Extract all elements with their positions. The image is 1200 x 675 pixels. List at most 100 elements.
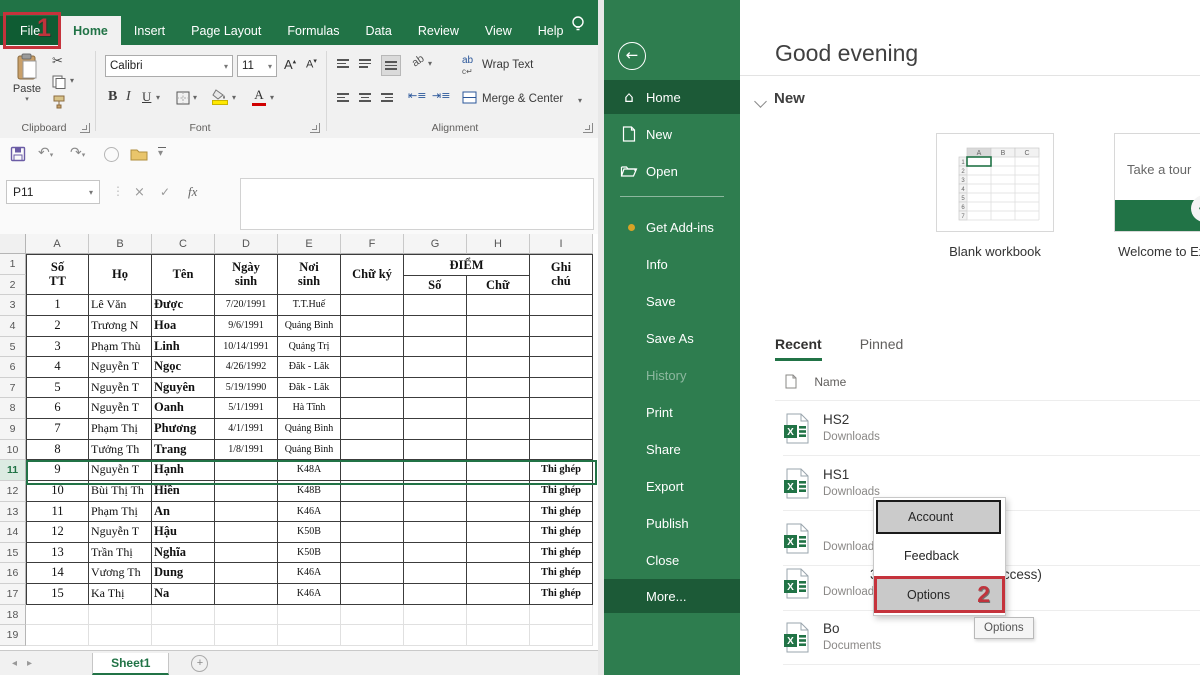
add-sheet-button[interactable]: + — [191, 655, 208, 672]
cell[interactable] — [404, 337, 467, 358]
prev-sheet-arrow[interactable]: ◂ — [12, 658, 17, 669]
cell[interactable]: 3 — [26, 337, 89, 358]
cell[interactable] — [530, 357, 593, 378]
template-card-tour[interactable]: Take a tour → — [1114, 133, 1200, 232]
cell[interactable] — [467, 481, 530, 502]
cell[interactable] — [530, 440, 593, 461]
format-painter-button[interactable] — [52, 95, 66, 109]
cell[interactable]: Quảng Trị — [278, 337, 341, 358]
insert-function-icon[interactable]: fx — [188, 184, 197, 200]
cell[interactable]: K50B — [278, 522, 341, 543]
cell[interactable] — [467, 522, 530, 543]
row-header-17[interactable]: 17 — [0, 584, 26, 605]
cell[interactable] — [530, 295, 593, 316]
cell[interactable] — [341, 440, 404, 461]
sidebar-item-more-[interactable]: More... — [604, 579, 740, 613]
cell[interactable]: 11 — [26, 502, 89, 523]
row-header-14[interactable]: 14 — [0, 522, 26, 543]
align-left-button[interactable] — [337, 91, 349, 104]
cell[interactable] — [215, 481, 278, 502]
cell[interactable]: 6 — [26, 398, 89, 419]
cell[interactable] — [89, 605, 152, 626]
cell[interactable] — [467, 563, 530, 584]
cell[interactable]: Nguyễn T — [89, 378, 152, 399]
row-header-13[interactable]: 13 — [0, 502, 26, 523]
cell[interactable]: Hạnh — [152, 460, 215, 481]
cell[interactable]: Bùi Thị Th — [89, 481, 152, 502]
cell[interactable]: 5/1/1991 — [215, 398, 278, 419]
cell[interactable] — [341, 563, 404, 584]
cell[interactable]: Ngọc — [152, 357, 215, 378]
increase-indent-button[interactable]: ⇥≡ — [432, 89, 450, 102]
cell[interactable]: 4/1/1991 — [215, 419, 278, 440]
cell[interactable]: An — [152, 502, 215, 523]
header-ten[interactable]: Tên — [152, 254, 215, 295]
fill-color-button[interactable] — [212, 89, 228, 105]
sidebar-item-save[interactable]: Save — [604, 284, 740, 318]
cell[interactable]: K46A — [278, 502, 341, 523]
column-header-A[interactable]: A — [26, 234, 89, 254]
sheet-tab-sheet1[interactable]: Sheet1 — [92, 653, 169, 675]
cell[interactable] — [530, 378, 593, 399]
cell[interactable] — [278, 625, 341, 646]
cell[interactable]: 4/26/1992 — [215, 357, 278, 378]
cell[interactable] — [530, 605, 593, 626]
cell[interactable] — [152, 605, 215, 626]
column-header-B[interactable]: B — [89, 234, 152, 254]
header-noi-sinh[interactable]: Nơisinh — [278, 254, 341, 295]
row-header-15[interactable]: 15 — [0, 543, 26, 564]
cell[interactable]: K46A — [278, 584, 341, 605]
column-header-I[interactable]: I — [530, 234, 593, 254]
row-header-5[interactable]: 5 — [0, 337, 26, 358]
row-header-7[interactable]: 7 — [0, 378, 26, 399]
orientation-button[interactable]: ab — [410, 53, 427, 70]
borders-dropdown-arrow[interactable]: ▾ — [193, 93, 197, 102]
ribbon-tab-data[interactable]: Data — [352, 16, 404, 45]
cell[interactable] — [215, 625, 278, 646]
cell[interactable] — [404, 522, 467, 543]
cell[interactable] — [467, 357, 530, 378]
cell[interactable]: Quảng Bình — [278, 440, 341, 461]
cell[interactable]: 10 — [26, 481, 89, 502]
cell[interactable] — [404, 584, 467, 605]
cell[interactable] — [530, 398, 593, 419]
header-diem[interactable]: ĐIỂM — [404, 255, 529, 276]
cell[interactable]: Trương N — [89, 316, 152, 337]
bottom-align-button[interactable] — [381, 55, 401, 76]
decrease-indent-button[interactable]: ⇤≡ — [408, 89, 426, 102]
circle-icon[interactable] — [104, 147, 119, 162]
cell[interactable] — [215, 522, 278, 543]
ribbon-tab-formulas[interactable]: Formulas — [274, 16, 352, 45]
cell[interactable]: 1/8/1991 — [215, 440, 278, 461]
cell[interactable]: Thi ghép — [530, 563, 593, 584]
cell[interactable] — [467, 543, 530, 564]
cell[interactable] — [341, 419, 404, 440]
cell[interactable]: K48A — [278, 460, 341, 481]
cell[interactable]: 8 — [26, 440, 89, 461]
cell[interactable] — [152, 625, 215, 646]
cell[interactable] — [341, 378, 404, 399]
cell[interactable] — [404, 378, 467, 399]
cell[interactable] — [530, 337, 593, 358]
fill-color-dropdown-arrow[interactable]: ▾ — [232, 93, 236, 102]
sidebar-item-close[interactable]: Close — [604, 543, 740, 577]
top-align-button[interactable] — [337, 57, 349, 70]
orientation-dropdown-arrow[interactable]: ▾ — [428, 59, 432, 68]
cell[interactable]: Nguyên — [152, 378, 215, 399]
wrap-text-button[interactable]: Wrap Text — [482, 59, 533, 71]
cell[interactable]: Phương — [152, 419, 215, 440]
font-dialog-launcher[interactable] — [310, 123, 320, 133]
cell[interactable] — [404, 605, 467, 626]
cell[interactable]: Thi ghép — [530, 543, 593, 564]
name-box-dropdown-arrow[interactable]: ▾ — [89, 188, 93, 197]
row-header-19[interactable]: 19 — [0, 625, 26, 646]
bold-button[interactable]: B — [108, 89, 117, 105]
cell[interactable] — [278, 605, 341, 626]
undo-icon[interactable]: ↶▾ — [38, 145, 53, 161]
header-diem-so[interactable]: Số — [404, 276, 467, 295]
cell[interactable] — [215, 502, 278, 523]
tell-me-lightbulb-icon[interactable] — [568, 14, 588, 34]
cell[interactable]: Trần Thị — [89, 543, 152, 564]
ribbon-tab-home[interactable]: Home — [60, 16, 121, 45]
paste-button[interactable]: Paste ▾ — [10, 53, 44, 103]
